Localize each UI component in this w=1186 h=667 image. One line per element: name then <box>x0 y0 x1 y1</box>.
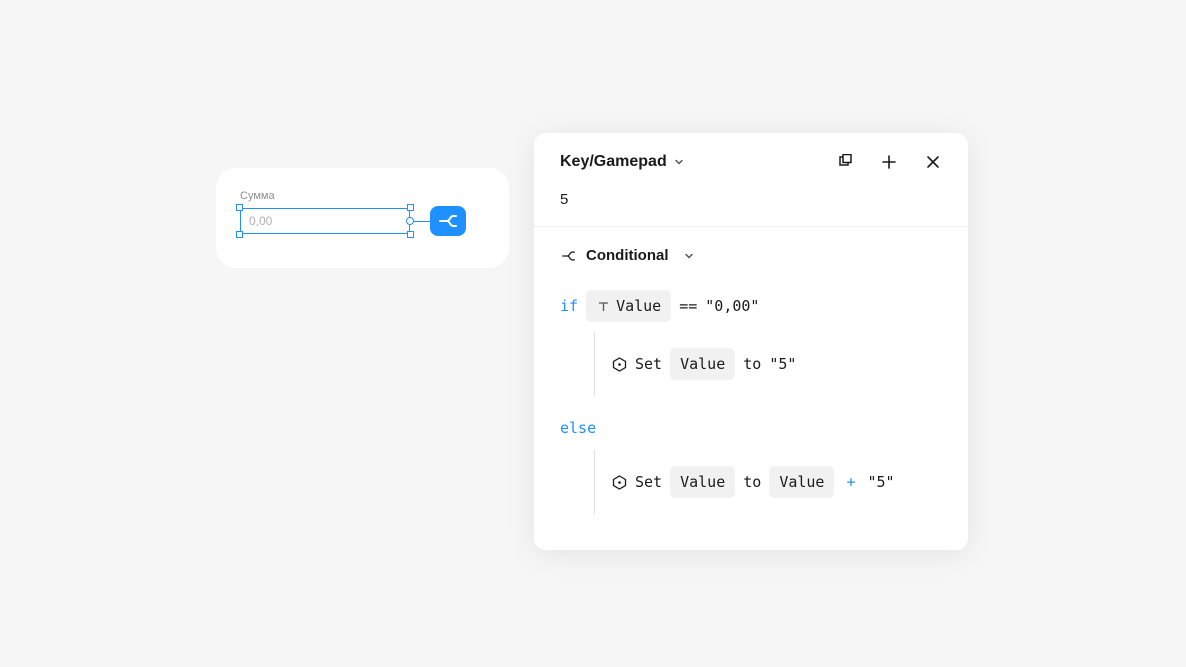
section-header[interactable]: Conditional <box>534 227 968 280</box>
value-token[interactable]: Value <box>670 466 735 498</box>
plus-icon[interactable] <box>880 153 898 171</box>
component-card: Сумма 0,00 <box>216 168 509 268</box>
value-token[interactable]: Value <box>670 348 735 380</box>
text-type-icon <box>596 299 610 313</box>
conditional-icon <box>560 249 578 263</box>
section-title: Conditional <box>586 247 669 264</box>
else-body: Set Value to Value + "5" <box>594 450 942 514</box>
value-token[interactable]: Value <box>586 290 671 322</box>
literal-5: "5" <box>868 470 895 494</box>
chevron-down-icon[interactable] <box>673 156 685 168</box>
connector-line <box>414 221 430 222</box>
literal-5: "5" <box>769 352 796 376</box>
to-word: to <box>743 352 761 376</box>
else-keyword: else <box>560 416 596 440</box>
code-block: if Value == "0,00" Set Value to "5" <box>534 280 968 550</box>
action-icon <box>611 356 627 372</box>
chevron-down-icon[interactable] <box>683 250 695 262</box>
selection-handle[interactable] <box>236 204 243 211</box>
branch-icon <box>438 212 458 230</box>
interaction-badge[interactable] <box>430 206 466 236</box>
if-row[interactable]: if Value == "0,00" <box>560 284 942 328</box>
card-input[interactable]: 0,00 <box>240 208 410 234</box>
set-word: Set <box>635 352 662 376</box>
set-word: Set <box>635 470 662 494</box>
literal-000: "0,00" <box>705 294 759 318</box>
interaction-panel: Key/Gamepad 5 Conditional <box>534 133 968 550</box>
to-word: to <box>743 470 761 494</box>
copy-icon[interactable] <box>836 153 854 171</box>
selection-handle[interactable] <box>236 231 243 238</box>
trigger-value: 5 <box>560 191 568 208</box>
panel-title[interactable]: Key/Gamepad <box>560 153 667 171</box>
action-icon <box>611 474 627 490</box>
set-row[interactable]: Set Value to Value + "5" <box>611 460 942 504</box>
trigger-value-row[interactable]: 5 <box>534 185 968 226</box>
close-icon[interactable] <box>924 153 942 171</box>
else-row[interactable]: else <box>560 410 942 446</box>
selection-handle[interactable] <box>407 204 414 211</box>
selection-handle[interactable] <box>406 217 414 225</box>
card-label: Сумма <box>240 190 485 202</box>
value-token[interactable]: Value <box>769 466 834 498</box>
set-row[interactable]: Set Value to "5" <box>611 342 942 386</box>
if-body: Set Value to "5" <box>594 332 942 396</box>
panel-header: Key/Gamepad <box>534 133 968 185</box>
selection-handle[interactable] <box>407 231 414 238</box>
card-input-value: 0,00 <box>249 214 272 228</box>
operator-eq: == <box>679 294 697 318</box>
operator-plus: + <box>842 470 859 494</box>
if-keyword: if <box>560 294 578 318</box>
card-input-wrap: 0,00 <box>240 208 410 234</box>
